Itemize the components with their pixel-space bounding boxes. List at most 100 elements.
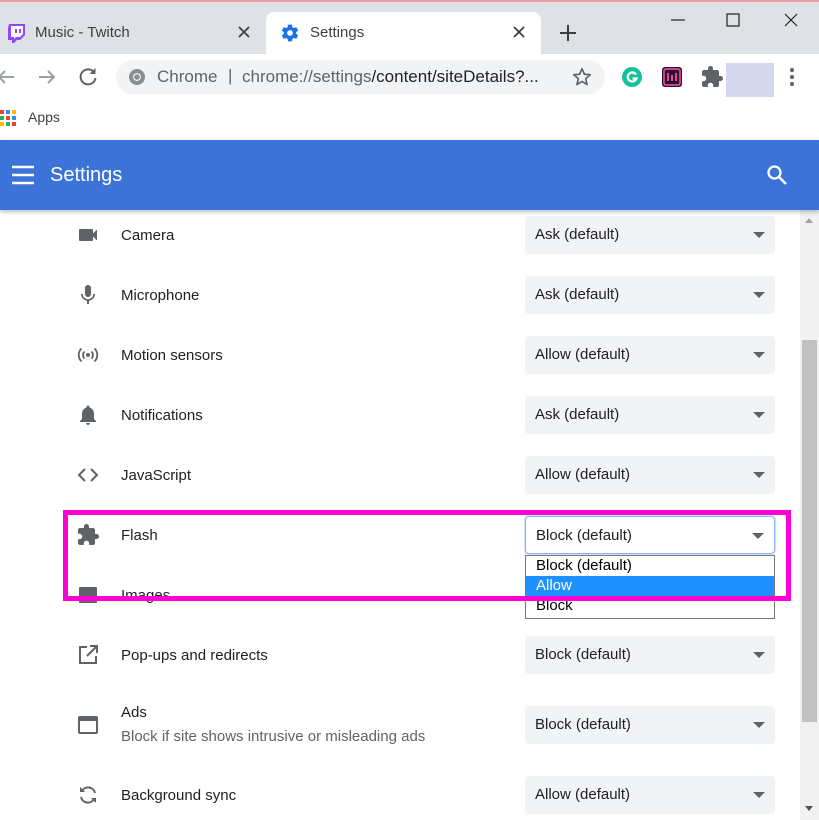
- permission-row-javascript: JavaScript Allow (default): [0, 450, 800, 510]
- profile-avatar[interactable]: [726, 63, 774, 97]
- twitch-icon: [8, 24, 25, 43]
- browser-toolbar: Chrome | chrome://settings/content/siteD…: [0, 54, 819, 100]
- permission-row-motion-sensors: Motion sensors Allow (default): [0, 330, 800, 390]
- microphone-permission-select[interactable]: Ask (default): [525, 276, 775, 314]
- forward-arrow-icon[interactable]: [35, 65, 59, 89]
- apps-bookmark[interactable]: Apps: [28, 109, 60, 125]
- omnibox-brand: Chrome: [157, 67, 218, 86]
- url-host: chrome://settings: [242, 67, 372, 86]
- ads-permission-select[interactable]: Block (default): [525, 706, 775, 744]
- dropdown-arrow-icon: [753, 412, 765, 418]
- flash-options-dropdown: Block (default) Allow Block: [525, 555, 775, 619]
- back-arrow-icon[interactable]: [0, 65, 18, 89]
- motion-sensors-permission-select[interactable]: Allow (default): [525, 336, 775, 374]
- extension-app-icon[interactable]: [660, 65, 684, 89]
- select-value: Allow (default): [535, 466, 631, 483]
- javascript-permission-select[interactable]: Allow (default): [525, 456, 775, 494]
- permission-row-camera: Camera Ask (default): [0, 210, 800, 270]
- dropdown-arrow-icon: [753, 472, 765, 478]
- bookmarks-bar: Apps: [0, 100, 819, 140]
- address-bar[interactable]: Chrome | chrome://settings/content/siteD…: [116, 60, 605, 94]
- close-tab-icon[interactable]: [509, 22, 529, 42]
- puzzle-icon: [78, 524, 99, 545]
- select-value: Ask (default): [535, 226, 620, 243]
- scroll-down-arrow-icon[interactable]: [805, 806, 813, 811]
- tab-title: Settings: [310, 24, 365, 41]
- chrome-logo-icon: [129, 69, 145, 85]
- maximize-icon[interactable]: [723, 10, 743, 30]
- scroll-up-arrow-icon[interactable]: [805, 218, 813, 223]
- apps-grid-icon[interactable]: [0, 109, 18, 127]
- settings-header: Settings: [0, 140, 819, 210]
- hamburger-menu-icon[interactable]: [11, 164, 35, 186]
- background-sync-permission-select[interactable]: Allow (default): [525, 776, 775, 814]
- page-scrollbar[interactable]: [800, 210, 819, 820]
- option-block[interactable]: Block: [526, 596, 774, 616]
- permission-row-popups: Pop-ups and redirects Block (default): [0, 630, 800, 690]
- tab-title: Music - Twitch: [35, 24, 130, 41]
- image-icon: [79, 587, 97, 603]
- select-value: Ask (default): [535, 286, 620, 303]
- camera-icon: [79, 229, 97, 241]
- permission-label: Ads: [121, 704, 147, 721]
- grammarly-extension-icon[interactable]: [620, 65, 644, 89]
- permission-label: Notifications: [121, 407, 203, 424]
- permission-row-background-sync: Background sync Allow (default): [0, 770, 800, 820]
- dropdown-arrow-icon: [753, 792, 765, 798]
- new-tab-plus-icon[interactable]: [557, 22, 579, 44]
- select-value: Block (default): [535, 646, 631, 663]
- permission-label: Flash: [121, 527, 158, 544]
- close-window-icon[interactable]: [781, 10, 801, 30]
- camera-permission-select[interactable]: Ask (default): [525, 216, 775, 254]
- microphone-icon: [81, 285, 95, 304]
- close-tab-icon[interactable]: [234, 22, 254, 42]
- permission-label: Microphone: [121, 287, 200, 304]
- gear-icon: [281, 24, 299, 42]
- select-value: Allow (default): [535, 346, 631, 363]
- window-icon: [78, 716, 98, 734]
- dropdown-arrow-icon: [752, 533, 764, 539]
- bell-icon: [80, 405, 96, 425]
- permission-label: Camera: [121, 227, 175, 244]
- select-value: Block (default): [536, 527, 632, 544]
- permission-row-notifications: Notifications Ask (default): [0, 390, 800, 450]
- site-permissions-list: Camera Ask (default) Microphone Ask (def…: [0, 210, 800, 820]
- permission-label: Background sync: [121, 787, 237, 804]
- window-top-border: [0, 0, 819, 2]
- extensions-puzzle-icon[interactable]: [700, 65, 724, 89]
- permission-sublabel: Block if site shows intrusive or mislead…: [121, 728, 426, 745]
- select-value: Block (default): [535, 716, 631, 733]
- dropdown-arrow-icon: [753, 292, 765, 298]
- omnibox-url: chrome://settings/content/siteDetails?..…: [242, 67, 539, 87]
- permission-row-ads: Ads Block if site shows intrusive or mis…: [0, 690, 800, 760]
- reload-icon[interactable]: [76, 65, 100, 89]
- bookmark-star-icon[interactable]: [571, 66, 593, 88]
- dropdown-arrow-icon: [753, 722, 765, 728]
- select-value: Allow (default): [535, 786, 631, 803]
- tab-music-twitch[interactable]: Music - Twitch: [0, 12, 266, 54]
- permission-row-microphone: Microphone Ask (default): [0, 270, 800, 330]
- motion-sensors-icon: [77, 347, 99, 363]
- popups-permission-select[interactable]: Block (default): [525, 636, 775, 674]
- permission-label: Pop-ups and redirects: [121, 647, 268, 664]
- code-icon: [77, 468, 99, 482]
- permission-label: JavaScript: [121, 467, 192, 484]
- permission-label: Images: [121, 587, 171, 604]
- select-value: Ask (default): [535, 406, 620, 423]
- dropdown-arrow-icon: [753, 352, 765, 358]
- page-title: Settings: [50, 164, 123, 186]
- option-block-default[interactable]: Block (default): [526, 556, 774, 576]
- tab-strip: Music - Twitch Settings: [0, 0, 819, 54]
- tab-settings[interactable]: Settings: [266, 12, 541, 54]
- search-icon[interactable]: [765, 163, 789, 187]
- more-menu-icon[interactable]: [780, 65, 804, 89]
- option-allow[interactable]: Allow: [526, 576, 774, 596]
- permission-label: Motion sensors: [121, 347, 223, 364]
- open-in-new-icon: [79, 645, 98, 664]
- minimize-icon[interactable]: [668, 10, 688, 30]
- flash-permission-select[interactable]: Block (default): [525, 516, 775, 554]
- scrollbar-thumb[interactable]: [802, 340, 817, 722]
- dropdown-arrow-icon: [753, 652, 765, 658]
- dropdown-arrow-icon: [753, 232, 765, 238]
- notifications-permission-select[interactable]: Ask (default): [525, 396, 775, 434]
